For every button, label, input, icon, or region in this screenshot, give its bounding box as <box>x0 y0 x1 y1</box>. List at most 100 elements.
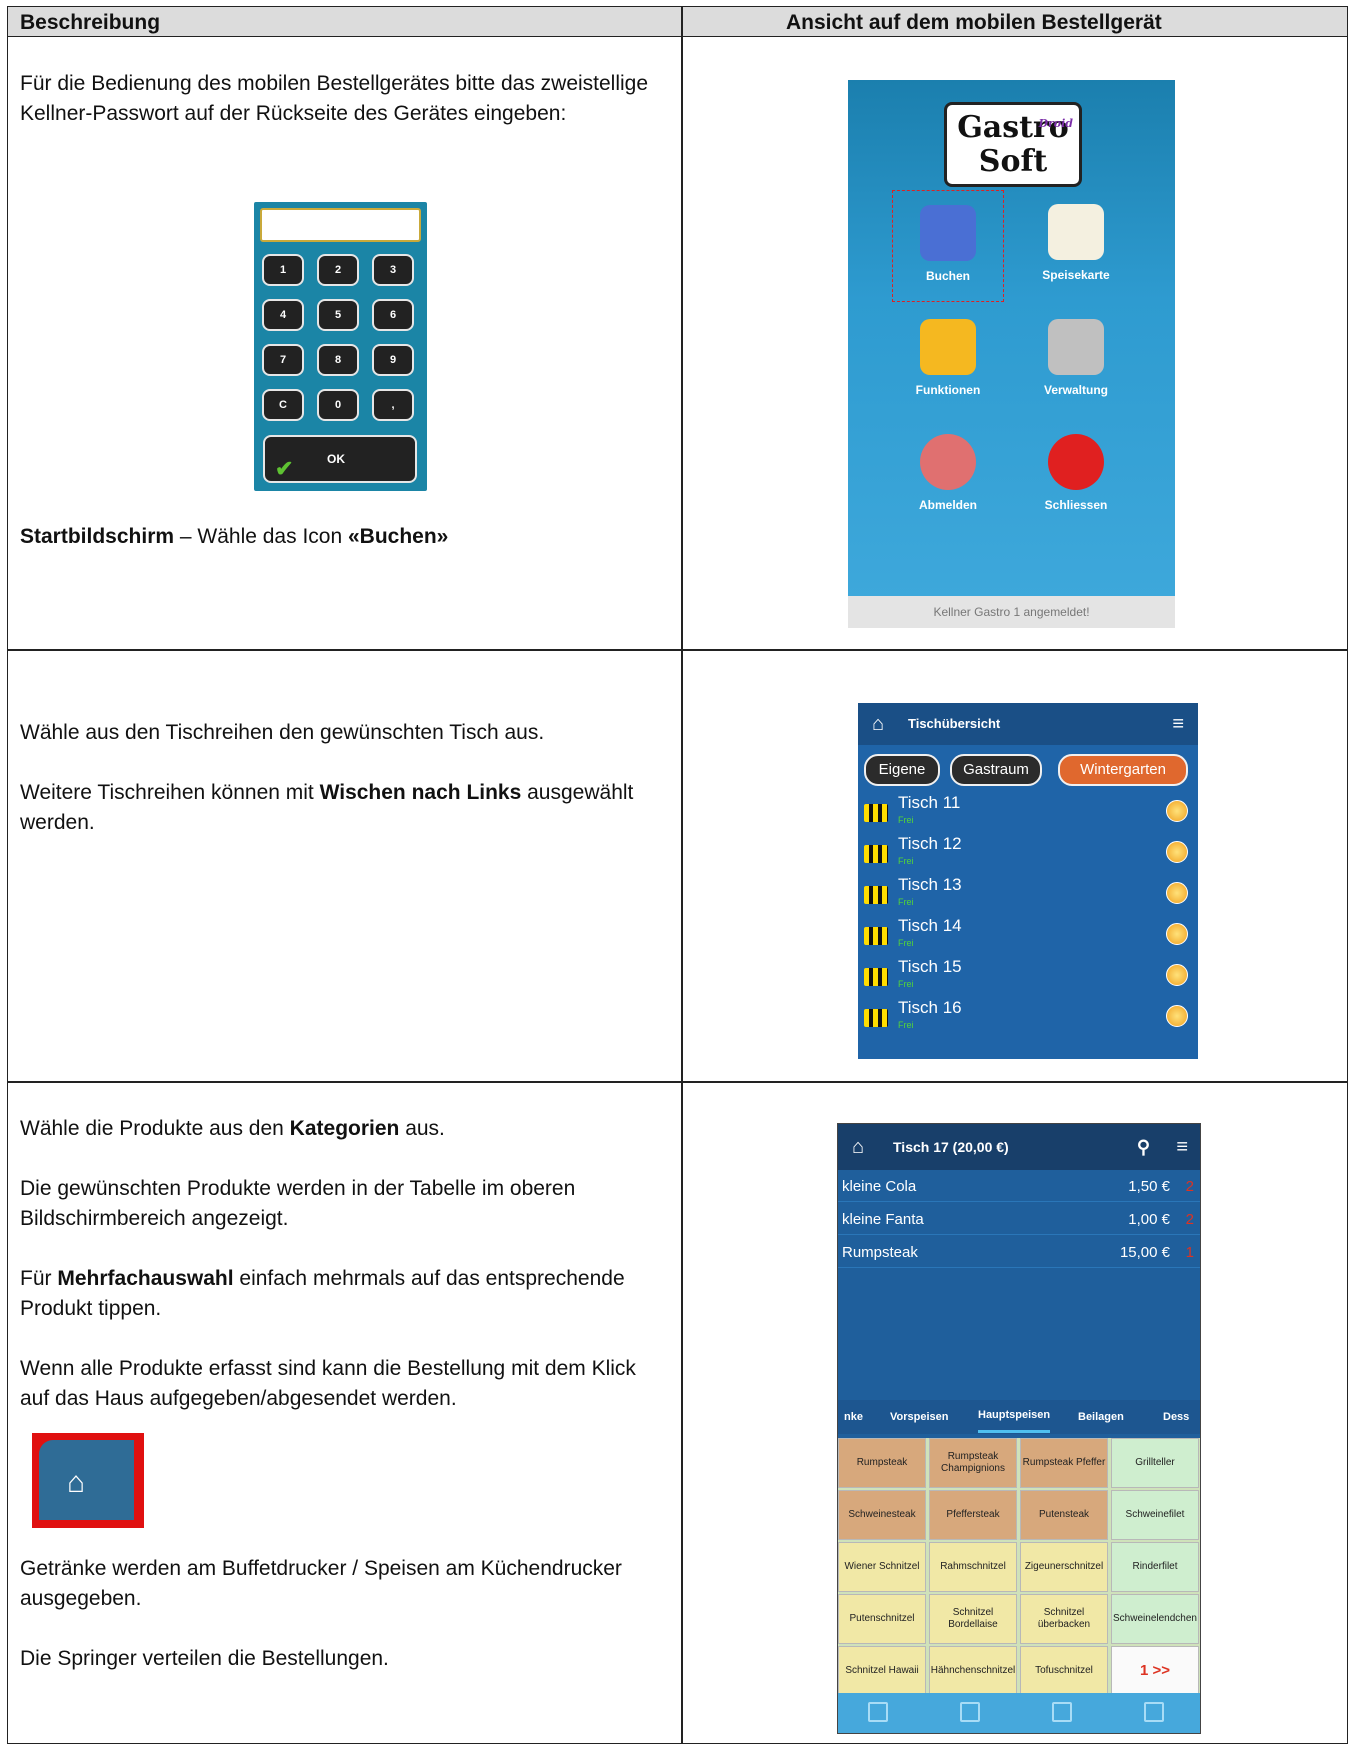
coin-icon[interactable] <box>1166 882 1188 904</box>
tile-funktionen[interactable]: Funktionen <box>892 305 1004 417</box>
product-tile[interactable]: Putenschnitzel <box>838 1594 926 1644</box>
home-icon[interactable]: ⌂ <box>852 1124 864 1170</box>
table-row[interactable]: Tisch 13 Frei <box>858 872 1198 913</box>
table-status: Frei <box>898 938 914 948</box>
home-button[interactable]: ⌂ <box>39 1440 134 1520</box>
key-0[interactable]: 1 <box>262 254 304 286</box>
lock-icon <box>864 927 888 945</box>
table-row[interactable]: Tisch 12 Frei <box>858 831 1198 872</box>
product-tile[interactable]: Hähnchenschnitzel <box>929 1646 1017 1696</box>
product-tile[interactable]: Rinderfilet <box>1111 1542 1199 1592</box>
tile-buchen[interactable]: Buchen <box>892 190 1004 302</box>
product-tile[interactable]: Rahmschnitzel <box>929 1542 1017 1592</box>
key-11[interactable]: , <box>372 389 414 421</box>
product-tile[interactable]: Rumpsteak Pfeffer <box>1020 1438 1108 1488</box>
tile-abmelden[interactable]: Abmelden <box>892 420 1004 532</box>
grid-icon[interactable] <box>1052 1702 1072 1722</box>
key-8[interactable]: 9 <box>372 344 414 376</box>
menu-icon[interactable]: ≡ <box>1172 703 1184 745</box>
key-4[interactable]: 5 <box>317 299 359 331</box>
key-7[interactable]: 8 <box>317 344 359 376</box>
product-tile[interactable]: Schnitzel Bordellaise <box>929 1594 1017 1644</box>
table-row[interactable]: Tisch 15 Frei <box>858 954 1198 995</box>
product-tile[interactable]: Rumpsteak Champignions <box>929 1438 1017 1488</box>
tile-speisekarte[interactable]: Speisekarte <box>1020 190 1132 302</box>
table-header: Beschreibung Ansicht auf dem mobilen Bes… <box>8 7 1347 37</box>
order-row[interactable]: Rumpsteak 15,00 € 1 <box>838 1238 1200 1268</box>
menu-icon[interactable]: ≡ <box>1176 1124 1188 1170</box>
product-tile[interactable]: Schweinelendchen <box>1111 1594 1199 1644</box>
product-tile[interactable]: Grillteller <box>1111 1438 1199 1488</box>
status-bar: Kellner Gastro 1 angemeldet! <box>848 596 1175 628</box>
calculator-icon[interactable] <box>868 1702 888 1722</box>
check-icon: ✔ <box>275 456 294 481</box>
tab-wintergarten[interactable]: Wintergarten <box>1058 754 1188 786</box>
product-tile[interactable]: Putensteak <box>1020 1490 1108 1540</box>
start-icon-name: «Buchen» <box>347 525 449 548</box>
logo-tag: Droid <box>1038 117 1073 130</box>
product-tile[interactable]: Schnitzel Hawaii <box>838 1646 926 1696</box>
springer-text: Die Springer verteilen die Bestellungen. <box>20 1647 389 1670</box>
table-name: Tisch 11 <box>898 793 961 812</box>
start-label: Startbildschirm <box>20 525 175 548</box>
lock-icon <box>864 968 888 986</box>
product-tile[interactable]: 1 >> <box>1111 1646 1199 1696</box>
row-divider-1 <box>8 649 1347 651</box>
coin-icon[interactable] <box>1166 923 1188 945</box>
tile-label: Abmelden <box>918 498 977 512</box>
coin-icon[interactable] <box>1166 800 1188 822</box>
table-overview-phone: ⌂ Tischübersicht ≡ Eigene Gastraum Winterg… <box>858 703 1198 1059</box>
product-tile[interactable]: Schweinefilet <box>1111 1490 1199 1540</box>
search-icon[interactable]: ⚲ <box>1137 1124 1150 1170</box>
home-button-highlight: ⌂ <box>32 1433 144 1528</box>
product-tile[interactable]: Pfeffersteak <box>929 1490 1017 1540</box>
tab-gastraum[interactable]: Gastraum <box>950 754 1042 786</box>
tile-schliessen[interactable]: Schliessen <box>1020 420 1132 532</box>
category-tab[interactable]: Beilagen <box>1078 1400 1124 1434</box>
product-tile[interactable]: Schnitzel überbacken <box>1020 1594 1108 1644</box>
order-price: 15,00 € <box>1119 1244 1170 1261</box>
category-tab[interactable]: Vorspeisen <box>890 1400 949 1434</box>
document-icon[interactable] <box>1144 1702 1164 1722</box>
list-icon[interactable] <box>960 1702 980 1722</box>
table-status: Frei <box>898 1020 914 1030</box>
ok-label: OK <box>327 452 345 466</box>
table-row[interactable]: Tisch 14 Frei <box>858 913 1198 954</box>
key-10[interactable]: 0 <box>317 389 359 421</box>
table-row[interactable]: Tisch 16 Frei <box>858 995 1198 1036</box>
start-screen-text: Startbildschirm – Wähle das Icon «Buchen… <box>20 522 660 552</box>
home-icon: ⌂ <box>67 1466 86 1499</box>
tile-label: Speisekarte <box>1042 268 1110 282</box>
category-tab[interactable]: nke <box>844 1400 863 1434</box>
bar-title: Tischübersicht <box>908 716 1001 731</box>
product-tile[interactable]: Zigeunerschnitzel <box>1020 1542 1108 1592</box>
coin-icon[interactable] <box>1166 964 1188 986</box>
order-row[interactable]: kleine Cola 1,50 € 2 <box>838 1172 1200 1202</box>
buchen-icon <box>920 205 976 261</box>
tile-verwaltung[interactable]: Verwaltung <box>1020 305 1132 417</box>
home-icon[interactable]: ⌂ <box>872 703 884 745</box>
product-tile[interactable]: Tofuschnitzel <box>1020 1646 1108 1696</box>
key-2[interactable]: 3 <box>372 254 414 286</box>
coin-icon[interactable] <box>1166 1005 1188 1027</box>
header-description: Beschreibung <box>20 11 161 34</box>
key-1[interactable]: 2 <box>317 254 359 286</box>
multi-select-text: Für Mehrfachauswahl einfach mehrmals auf… <box>20 1267 625 1320</box>
key-5[interactable]: 6 <box>372 299 414 331</box>
key-6[interactable]: 7 <box>262 344 304 376</box>
table-name: Tisch 16 <box>898 998 962 1017</box>
ok-button[interactable]: ✔ OK <box>263 435 417 483</box>
product-tile[interactable]: Rumpsteak <box>838 1438 926 1488</box>
coin-icon[interactable] <box>1166 841 1188 863</box>
row1-description: Für die Bedienung des mobilen Bestellger… <box>20 69 660 129</box>
category-tab[interactable]: Hauptspeisen <box>978 1400 1051 1433</box>
key-3[interactable]: 4 <box>262 299 304 331</box>
password-field[interactable] <box>260 208 421 242</box>
order-row[interactable]: kleine Fanta 1,00 € 2 <box>838 1205 1200 1235</box>
table-row[interactable]: Tisch 11 Frei <box>858 790 1198 831</box>
tab-eigene[interactable]: Eigene <box>864 754 940 786</box>
product-tile[interactable]: Wiener Schnitzel <box>838 1542 926 1592</box>
product-tile[interactable]: Schweinesteak <box>838 1490 926 1540</box>
category-tab[interactable]: Dess <box>1163 1400 1189 1434</box>
key-9[interactable]: C <box>262 389 304 421</box>
